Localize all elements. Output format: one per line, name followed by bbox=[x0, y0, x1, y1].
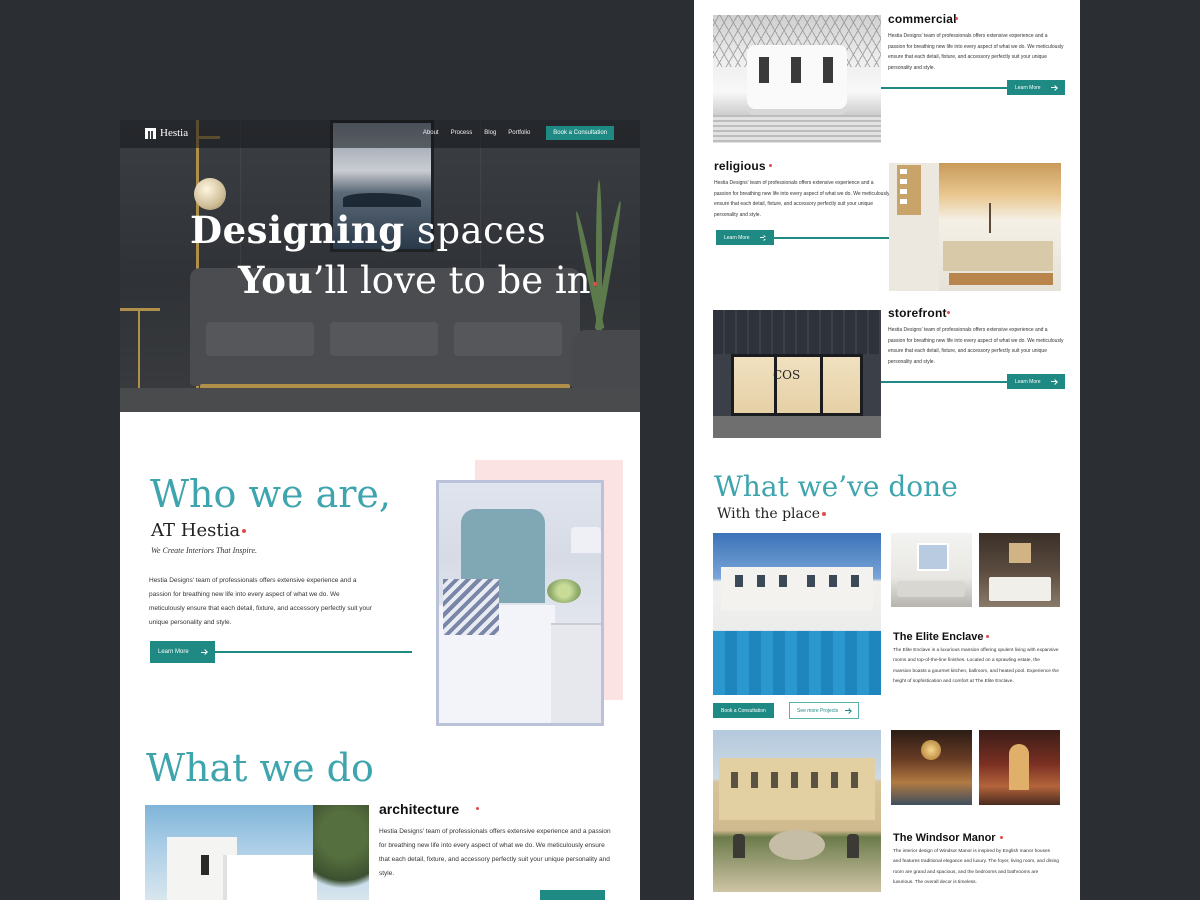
commercial-learn-more-button[interactable]: Learn More bbox=[1007, 80, 1065, 95]
service-body-religious: Hestia Designs' team of professionals of… bbox=[714, 180, 890, 218]
accent-dot bbox=[822, 512, 827, 516]
who-title: Who we are, bbox=[150, 472, 391, 516]
service-body-architecture: Hestia Designs' team of professionals of… bbox=[379, 828, 611, 877]
hero-line-1: Designing spaces bbox=[190, 208, 610, 252]
arrow-right-icon bbox=[1050, 85, 1057, 91]
service-title-storefront: storefront bbox=[888, 306, 947, 320]
windsor-manor-main-photo bbox=[713, 730, 881, 892]
service-title-text: architecture bbox=[379, 801, 460, 817]
service-body-commercial: Hestia Designs' team of professionals of… bbox=[888, 33, 1064, 71]
who-subtitle: AT Hestia bbox=[151, 520, 247, 541]
elite-enclave-living-photo bbox=[891, 533, 972, 607]
nav-link-about[interactable]: About bbox=[423, 130, 439, 136]
hero-line-2-bold: You bbox=[238, 258, 313, 302]
hero-line-2-rest: ’ll love to be in bbox=[312, 259, 591, 302]
sofa-cushion bbox=[454, 322, 562, 356]
sofa-cushion bbox=[206, 322, 314, 356]
hero-line-1-rest: spaces bbox=[404, 209, 547, 252]
storefront-photo: COS bbox=[713, 310, 881, 438]
who-tagline: We Create Interiors That Inspire. bbox=[151, 546, 257, 555]
book-consultation-label: Book a Consultation bbox=[721, 707, 766, 714]
elite-enclave-main-photo bbox=[713, 533, 881, 695]
learn-more-label: Learn More bbox=[724, 234, 750, 241]
nav-link-portfolio[interactable]: Portfolio bbox=[508, 130, 530, 136]
lamp-globe bbox=[194, 178, 226, 210]
sofa-cushion bbox=[330, 322, 438, 356]
hero-headline: Designing spaces You’ll love to be in bbox=[190, 208, 610, 302]
service-title-religious: religious bbox=[714, 159, 766, 173]
arrow-right-icon bbox=[1050, 379, 1057, 385]
see-more-projects-label: See more Projects bbox=[797, 707, 839, 714]
logo-text: Hestia bbox=[160, 127, 189, 139]
book-consultation-button[interactable]: Book a Consultation bbox=[546, 126, 614, 140]
nav-links: About Process Blog Portfolio Book a Cons… bbox=[423, 126, 614, 140]
see-more-projects-button[interactable]: See more Projects bbox=[789, 702, 860, 719]
service-body-storefront: Hestia Designs' team of professionals of… bbox=[888, 327, 1064, 365]
divider-line bbox=[881, 381, 1007, 383]
elite-enclave-bedroom-photo bbox=[979, 533, 1060, 607]
accent-dot bbox=[955, 17, 958, 20]
logo[interactable]: Hestia bbox=[145, 127, 188, 139]
who-we-are-section: Who we are, AT Hestia We Create Interior… bbox=[120, 412, 640, 732]
project-body-elite-enclave: The Elite Enclave is a luxurious mansion… bbox=[893, 648, 1059, 684]
logo-icon bbox=[145, 127, 156, 139]
accent-dot bbox=[986, 635, 989, 638]
accent-dot bbox=[1000, 836, 1003, 839]
who-body: Hestia Designs' team of professionals of… bbox=[149, 577, 372, 626]
divider-line bbox=[881, 87, 1007, 89]
who-learn-more-button[interactable]: Learn More bbox=[150, 641, 215, 663]
project-title-windsor-manor: The Windsor Manor bbox=[893, 832, 996, 844]
commercial-photo bbox=[713, 15, 881, 143]
hero-section: Hestia About Process Blog Portfolio Book… bbox=[120, 120, 640, 412]
accent-dot bbox=[769, 164, 772, 167]
divider-line bbox=[764, 237, 889, 239]
windsor-manor-dining-photo bbox=[891, 730, 972, 805]
architecture-learn-more-button[interactable] bbox=[540, 890, 605, 900]
service-title-commercial: commercial bbox=[888, 12, 957, 26]
accent-dot bbox=[592, 281, 597, 286]
floor bbox=[120, 388, 640, 412]
what-we-do-title: What we do bbox=[146, 746, 374, 790]
service-title-architecture: architecture bbox=[379, 801, 459, 817]
nav-link-process[interactable]: Process bbox=[451, 130, 473, 136]
hero-line-1-bold: Designing bbox=[190, 208, 405, 252]
who-subtitle-text: AT Hestia bbox=[151, 520, 241, 541]
project-title-elite-enclave: The Elite Enclave bbox=[893, 631, 984, 643]
accent-dot bbox=[476, 807, 479, 810]
top-nav: Hestia About Process Blog Portfolio Book… bbox=[120, 120, 640, 146]
arrow-right-icon bbox=[200, 649, 207, 655]
divider-line bbox=[214, 651, 412, 653]
learn-more-label: Learn More bbox=[158, 649, 189, 655]
landing-page-left: Hestia About Process Blog Portfolio Book… bbox=[120, 120, 640, 900]
learn-more-label: Learn More bbox=[1015, 378, 1041, 385]
religious-photo bbox=[889, 163, 1061, 291]
what-weve-done-title: What we’ve done bbox=[714, 470, 958, 503]
accent-dot bbox=[242, 529, 247, 533]
hero-line-2: You’ll love to be in bbox=[238, 258, 610, 302]
windsor-manor-hall-photo bbox=[979, 730, 1060, 805]
accent-dot bbox=[947, 311, 950, 314]
landing-page-right: commercial Hestia Designs' team of profe… bbox=[694, 0, 1080, 900]
nav-link-blog[interactable]: Blog bbox=[484, 130, 496, 136]
book-consultation-button-secondary[interactable]: Book a Consultation bbox=[713, 703, 774, 718]
architecture-photo bbox=[145, 805, 369, 900]
learn-more-label: Learn More bbox=[1015, 84, 1041, 91]
bedroom-photo bbox=[436, 480, 604, 726]
what-weve-done-subtitle: With the place bbox=[717, 506, 827, 522]
storefront-learn-more-button[interactable]: Learn More bbox=[1007, 374, 1065, 389]
project-body-windsor-manor: The interior design of Windsor Manor is … bbox=[893, 849, 1059, 885]
subtitle-text: With the place bbox=[717, 506, 821, 522]
arrow-right-icon bbox=[845, 708, 851, 714]
